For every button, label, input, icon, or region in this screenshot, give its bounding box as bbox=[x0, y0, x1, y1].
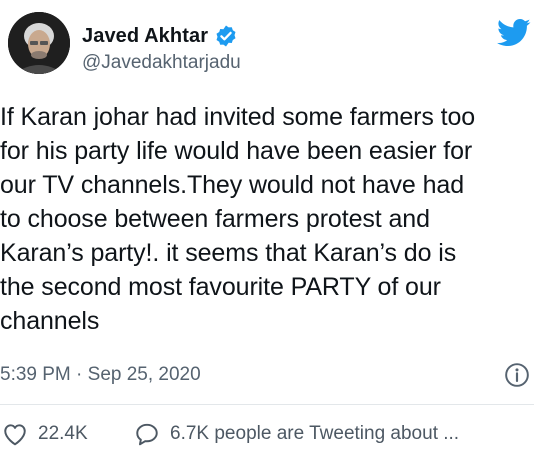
tweeting-about-button[interactable]: 6.7K people are Tweeting about ... bbox=[134, 422, 459, 446]
tweet-header: Javed Akhtar @Javedakhtarjadu bbox=[0, 0, 534, 95]
like-button[interactable]: 22.4K bbox=[2, 422, 88, 446]
twitter-bird-icon bbox=[497, 18, 531, 48]
info-icon[interactable] bbox=[504, 362, 530, 388]
verified-badge-icon bbox=[214, 24, 238, 48]
tweet-timestamp[interactable]: 5:39 PM · Sep 25, 2020 bbox=[0, 364, 201, 386]
tweeting-about-text: 6.7K people are Tweeting about ... bbox=[170, 423, 460, 444]
speech-bubble-icon bbox=[134, 422, 160, 446]
display-name[interactable]: Javed Akhtar bbox=[82, 25, 208, 48]
heart-icon bbox=[2, 422, 28, 446]
avatar[interactable] bbox=[8, 12, 70, 74]
tweet-text: If Karan johar had invited some farmers … bbox=[0, 103, 476, 335]
tweet-actions: 22.4K 6.7K people are Tweeting about ... bbox=[0, 420, 534, 450]
divider bbox=[0, 404, 534, 405]
like-count: 22.4K bbox=[38, 423, 88, 444]
tweet-meta: 5:39 PM · Sep 25, 2020 bbox=[0, 360, 534, 390]
author-handle[interactable]: @Javedakhtarjadu bbox=[82, 52, 241, 74]
author-name-row[interactable]: Javed Akhtar bbox=[82, 22, 238, 50]
